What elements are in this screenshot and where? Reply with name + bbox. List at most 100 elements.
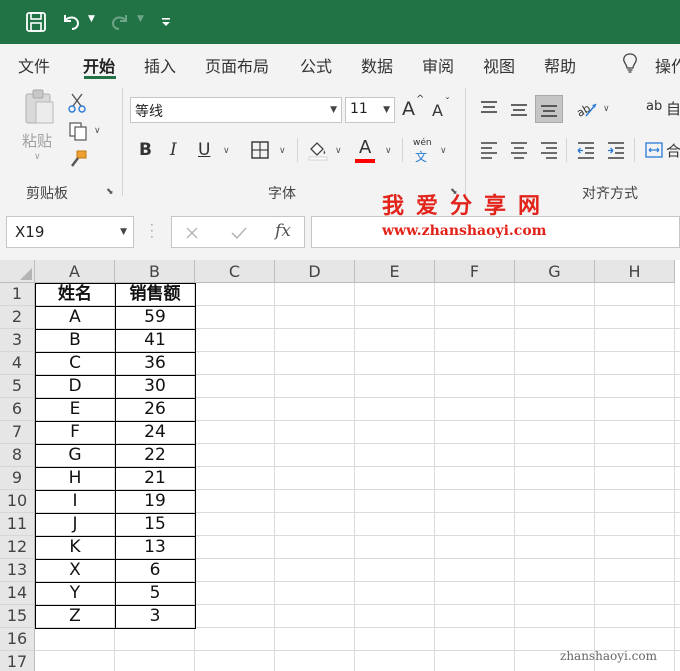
- wrap-text-label[interactable]: 自: [666, 98, 680, 119]
- paste-icon[interactable]: [20, 88, 58, 126]
- customize-qat-icon[interactable]: [158, 8, 174, 36]
- column-header-f[interactable]: F: [435, 260, 515, 283]
- row-header-10[interactable]: 10: [0, 490, 35, 513]
- bold-button[interactable]: B: [139, 140, 152, 160]
- table-cell[interactable]: D: [35, 375, 115, 398]
- lightbulb-icon[interactable]: [620, 52, 640, 74]
- table-cell[interactable]: 22: [115, 444, 195, 467]
- tab-home[interactable]: 开始: [83, 53, 115, 77]
- tab-review[interactable]: 审阅: [422, 53, 454, 77]
- row-header-2[interactable]: 2: [0, 306, 35, 329]
- chevron-down-icon[interactable]: ▼: [330, 105, 337, 115]
- table-cell[interactable]: 21: [115, 467, 195, 490]
- format-painter-icon[interactable]: [66, 148, 90, 170]
- column-header-g[interactable]: G: [515, 260, 595, 283]
- tab-tell-me[interactable]: 操作: [655, 53, 680, 77]
- row-header-1[interactable]: 1: [0, 283, 35, 306]
- tab-page-layout[interactable]: 页面布局: [205, 53, 269, 77]
- table-cell[interactable]: 6: [115, 559, 195, 582]
- table-cell[interactable]: 59: [115, 306, 195, 329]
- merge-label[interactable]: 合: [666, 140, 680, 161]
- table-cell[interactable]: Z: [35, 605, 115, 628]
- underline-button[interactable]: U: [198, 140, 210, 160]
- row-header-11[interactable]: 11: [0, 513, 35, 536]
- chevron-down-icon[interactable]: ▼: [383, 105, 390, 115]
- name-box[interactable]: X19 ▼: [6, 216, 134, 248]
- table-header-cell[interactable]: 销售额: [115, 283, 195, 306]
- orientation-icon[interactable]: ab: [574, 97, 600, 121]
- table-cell[interactable]: 30: [115, 375, 195, 398]
- row-header-9[interactable]: 9: [0, 467, 35, 490]
- table-cell[interactable]: 26: [115, 398, 195, 421]
- phonetic-guide-top[interactable]: wén: [413, 138, 432, 148]
- row-header-17[interactable]: 17: [0, 651, 35, 671]
- row-header-16[interactable]: 16: [0, 628, 35, 651]
- column-header-b[interactable]: B: [115, 260, 195, 283]
- tab-view[interactable]: 视图: [483, 53, 515, 77]
- insert-function-button[interactable]: fx: [275, 221, 291, 241]
- orientation-dropdown-icon[interactable]: ∨: [603, 104, 610, 114]
- align-right-icon[interactable]: [537, 139, 561, 161]
- column-header-a[interactable]: A: [35, 260, 115, 283]
- table-cell[interactable]: I: [35, 490, 115, 513]
- font-color-button[interactable]: A: [359, 137, 371, 158]
- column-header-h[interactable]: H: [595, 260, 675, 283]
- column-header-e[interactable]: E: [355, 260, 435, 283]
- select-all-corner[interactable]: [0, 260, 35, 283]
- tab-data[interactable]: 数据: [361, 53, 393, 77]
- row-header-12[interactable]: 12: [0, 536, 35, 559]
- table-cell[interactable]: 15: [115, 513, 195, 536]
- font-color-dropdown-icon[interactable]: ∨: [385, 146, 392, 156]
- row-header-3[interactable]: 3: [0, 329, 35, 352]
- table-cell[interactable]: E: [35, 398, 115, 421]
- table-cell[interactable]: X: [35, 559, 115, 582]
- column-header-c[interactable]: C: [195, 260, 275, 283]
- table-cell[interactable]: 5: [115, 582, 195, 605]
- wrap-text-ab-label[interactable]: ab: [646, 99, 662, 114]
- clipboard-launcher-icon[interactable]: ⬊: [106, 187, 114, 197]
- table-cell[interactable]: 24: [115, 421, 195, 444]
- formula-bar-grip-icon[interactable]: · · ·: [150, 219, 154, 243]
- table-cell[interactable]: J: [35, 513, 115, 536]
- align-top-icon[interactable]: [477, 98, 501, 120]
- table-cell[interactable]: G: [35, 444, 115, 467]
- paste-dropdown-icon[interactable]: ∨: [34, 152, 41, 162]
- row-header-15[interactable]: 15: [0, 605, 35, 628]
- table-cell[interactable]: C: [35, 352, 115, 375]
- phonetic-guide-bottom[interactable]: 文: [415, 148, 427, 165]
- italic-button[interactable]: I: [170, 140, 177, 160]
- save-icon[interactable]: [22, 8, 50, 36]
- fill-color-dropdown-icon[interactable]: ∨: [335, 146, 342, 156]
- table-cell[interactable]: K: [35, 536, 115, 559]
- increase-indent-icon[interactable]: [604, 139, 628, 161]
- copy-icon[interactable]: [66, 120, 90, 142]
- row-header-8[interactable]: 8: [0, 444, 35, 467]
- decrease-indent-icon[interactable]: [574, 139, 598, 161]
- copy-dropdown-icon[interactable]: ∨: [94, 126, 101, 136]
- underline-dropdown-icon[interactable]: ∨: [223, 146, 230, 156]
- tab-insert[interactable]: 插入: [144, 53, 176, 77]
- row-header-5[interactable]: 5: [0, 375, 35, 398]
- undo-icon[interactable]: [58, 8, 84, 36]
- undo-dropdown-icon[interactable]: ▼: [88, 14, 95, 24]
- borders-dropdown-icon[interactable]: ∨: [279, 146, 286, 156]
- table-cell[interactable]: 13: [115, 536, 195, 559]
- phonetic-dropdown-icon[interactable]: ∨: [440, 146, 447, 156]
- align-middle-icon[interactable]: [507, 98, 531, 120]
- table-header-cell[interactable]: 姓名: [35, 283, 115, 306]
- align-left-icon[interactable]: [477, 139, 501, 161]
- cut-icon[interactable]: [66, 92, 88, 114]
- row-header-14[interactable]: 14: [0, 582, 35, 605]
- chevron-down-icon[interactable]: ▼: [120, 227, 127, 237]
- table-cell[interactable]: 36: [115, 352, 195, 375]
- font-size-combo[interactable]: 11 ▼: [345, 97, 395, 123]
- row-header-4[interactable]: 4: [0, 352, 35, 375]
- table-cell[interactable]: 19: [115, 490, 195, 513]
- table-cell[interactable]: 41: [115, 329, 195, 352]
- decrease-font-size-button[interactable]: A: [432, 101, 443, 120]
- row-header-6[interactable]: 6: [0, 398, 35, 421]
- tab-file[interactable]: 文件: [18, 53, 50, 77]
- tab-help[interactable]: 帮助: [544, 53, 576, 77]
- fill-color-icon[interactable]: [306, 138, 330, 162]
- row-header-13[interactable]: 13: [0, 559, 35, 582]
